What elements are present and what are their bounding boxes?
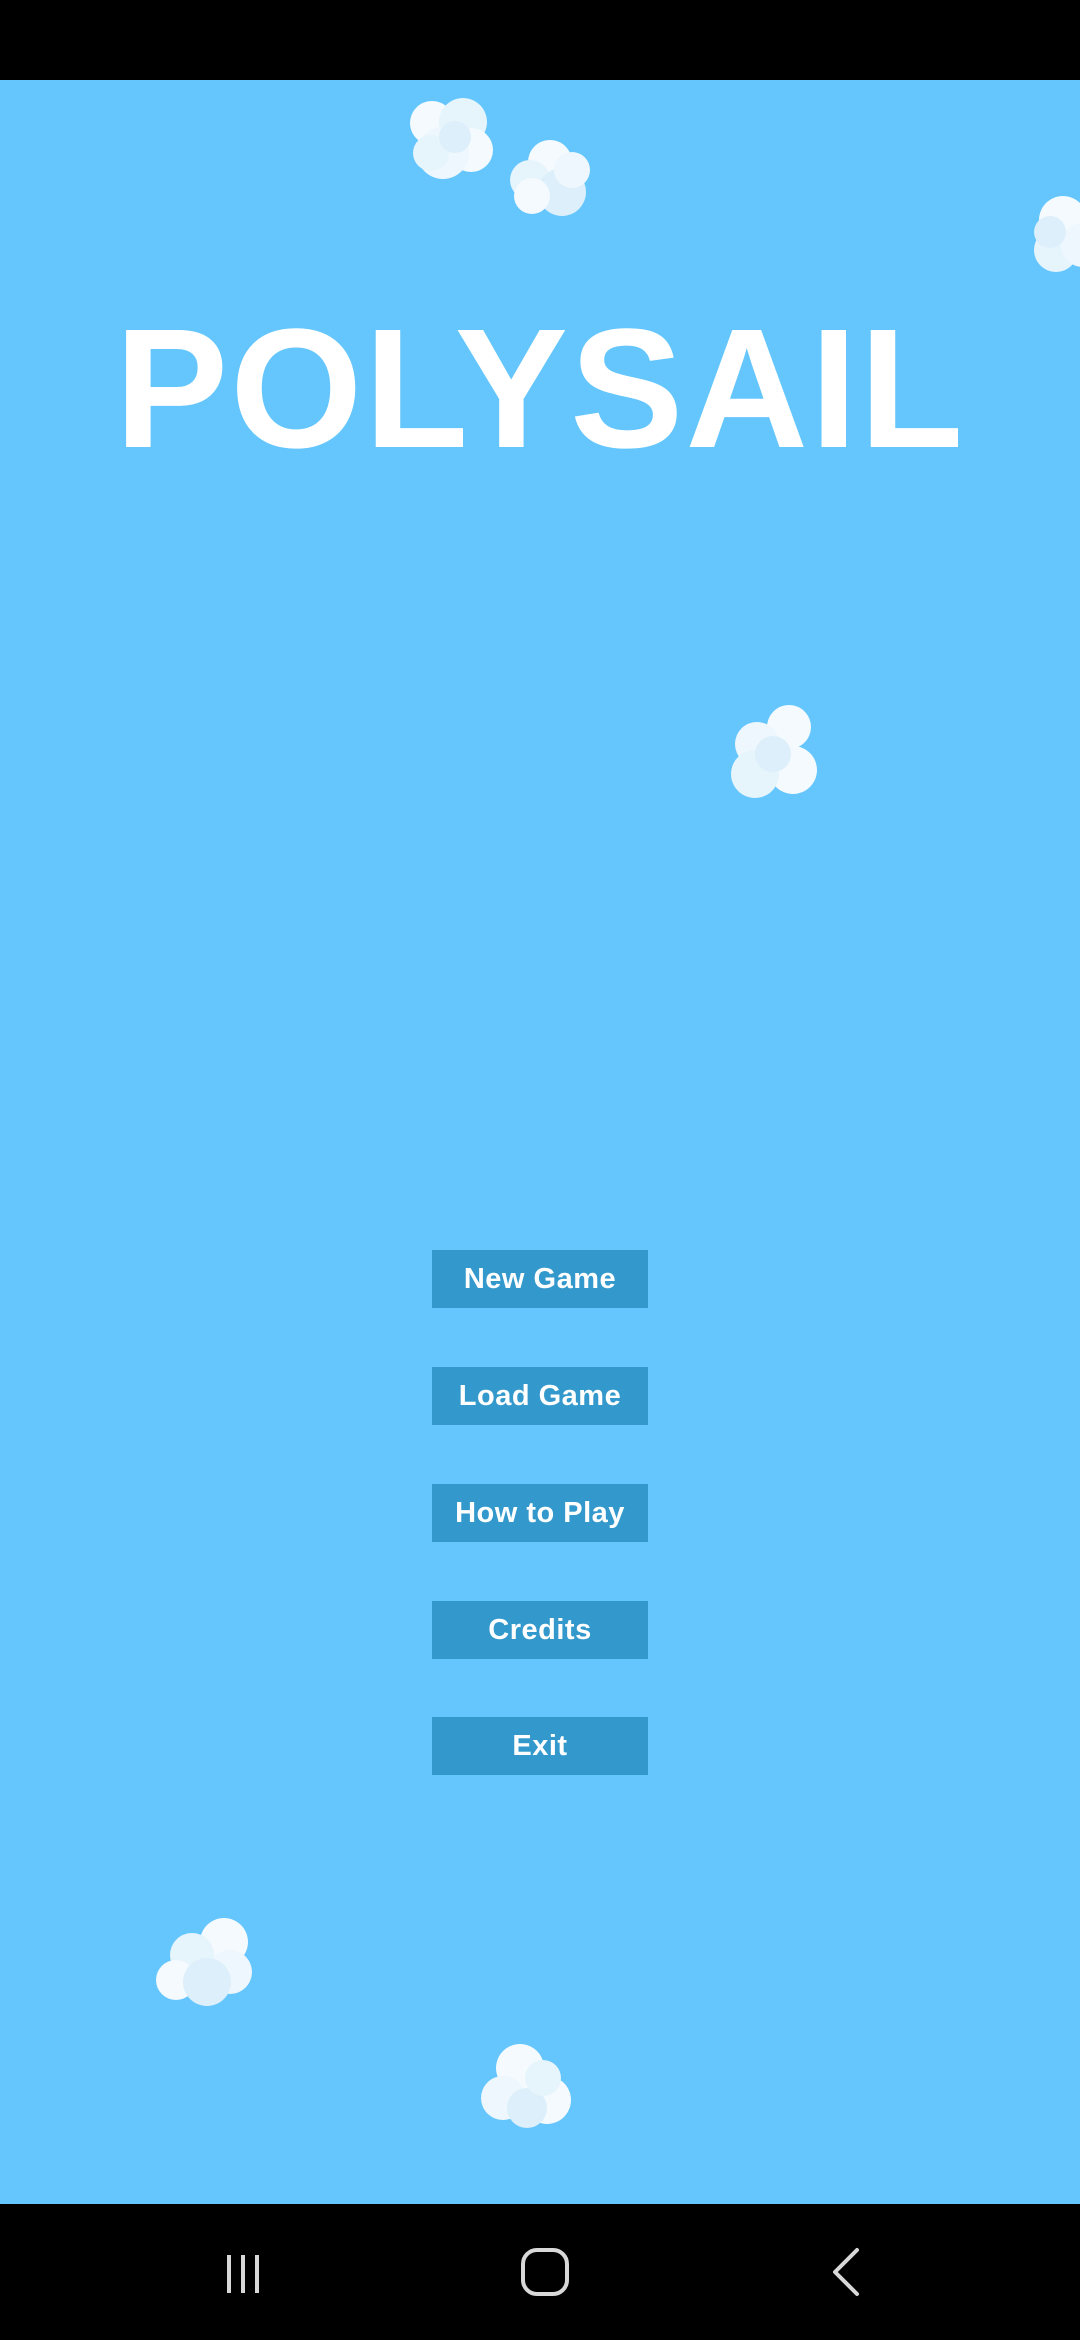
navigation-bar [0,2204,1080,2340]
screen: POLYSAIL New Game Load Game How to Play … [0,0,1080,2340]
cloud-icon [410,98,493,179]
cloud-icon [510,140,590,216]
load-game-button[interactable]: Load Game [432,1367,648,1425]
exit-button[interactable]: Exit [432,1717,648,1775]
home-button[interactable] [485,2204,605,2340]
cloud-icon [731,705,817,798]
credits-button[interactable]: Credits [432,1601,648,1659]
cloud-icon [1034,196,1080,272]
cloud-icon [481,2044,571,2128]
recent-apps-icon [227,2255,259,2293]
new-game-button[interactable]: New Game [432,1250,648,1308]
game-title: POLYSAIL [114,294,966,484]
game-canvas[interactable]: POLYSAIL New Game Load Game How to Play … [0,80,1080,2204]
status-bar [0,0,1080,80]
recent-apps-button[interactable] [183,2204,303,2340]
home-icon [521,2248,569,2296]
back-icon [833,2248,859,2296]
back-button[interactable] [787,2204,907,2340]
how-to-play-button[interactable]: How to Play [432,1484,648,1542]
cloud-icon [156,1918,252,2006]
